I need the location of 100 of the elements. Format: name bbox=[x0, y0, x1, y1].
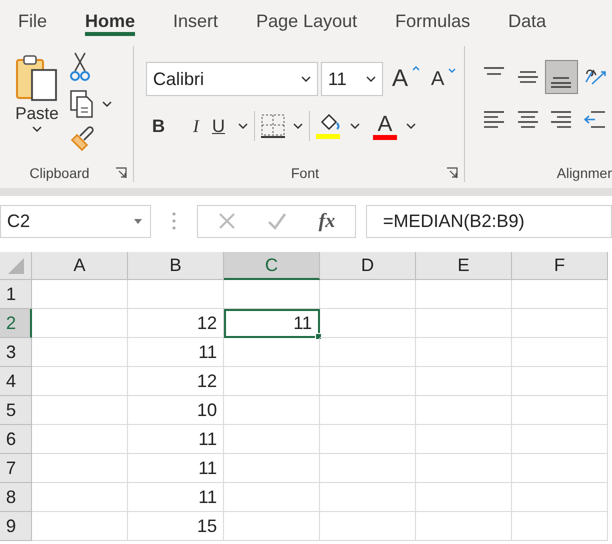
grid-cell[interactable] bbox=[416, 280, 512, 309]
shrink-font-button[interactable]: A bbox=[431, 68, 456, 90]
grid-cell[interactable] bbox=[32, 396, 128, 425]
grid-cell[interactable] bbox=[320, 396, 416, 425]
caret-icon[interactable] bbox=[102, 101, 112, 107]
grid-cell[interactable] bbox=[320, 454, 416, 483]
grid-cell[interactable] bbox=[32, 454, 128, 483]
paste-button[interactable]: Paste bbox=[14, 50, 60, 154]
ribbon-tab[interactable]: Home bbox=[85, 0, 136, 36]
grid-cell[interactable] bbox=[224, 454, 320, 483]
grid-cell[interactable] bbox=[512, 425, 608, 454]
caret-icon[interactable] bbox=[350, 123, 360, 129]
grid-cell[interactable] bbox=[32, 512, 128, 541]
dialog-launcher-icon[interactable] bbox=[115, 167, 127, 179]
grid-cell[interactable] bbox=[320, 512, 416, 541]
grid-cell[interactable] bbox=[32, 280, 128, 309]
caret-icon[interactable] bbox=[238, 123, 248, 129]
row-header[interactable]: 9 bbox=[0, 512, 32, 541]
grid-cell[interactable] bbox=[320, 309, 416, 338]
grid-cell[interactable]: 15 bbox=[128, 512, 224, 541]
caret-icon[interactable] bbox=[406, 123, 416, 129]
column-header[interactable]: F bbox=[512, 252, 608, 280]
grid-cell[interactable] bbox=[320, 338, 416, 367]
grid-cell[interactable] bbox=[416, 512, 512, 541]
grid-cell[interactable] bbox=[416, 338, 512, 367]
font-name-dropdown[interactable]: Calibri bbox=[146, 62, 318, 96]
fill-handle[interactable] bbox=[315, 333, 322, 340]
column-header[interactable]: E bbox=[416, 252, 512, 280]
grid-cell[interactable] bbox=[32, 483, 128, 512]
grid-cell[interactable] bbox=[416, 454, 512, 483]
scissors-icon[interactable] bbox=[70, 52, 90, 82]
select-all-button[interactable] bbox=[0, 252, 32, 280]
grid-cell[interactable] bbox=[224, 483, 320, 512]
italic-button[interactable]: I bbox=[180, 116, 212, 136]
column-header[interactable]: A bbox=[32, 252, 128, 280]
ribbon-tab[interactable]: Formulas bbox=[395, 0, 470, 32]
copy-icon[interactable] bbox=[70, 90, 94, 118]
font-size-dropdown[interactable]: 11 bbox=[321, 62, 383, 96]
grid-cell[interactable] bbox=[32, 309, 128, 338]
caret-icon[interactable] bbox=[293, 123, 303, 129]
grid-cell[interactable] bbox=[320, 483, 416, 512]
row-header[interactable]: 5 bbox=[0, 396, 32, 425]
grid-cell[interactable]: 12 bbox=[128, 309, 224, 338]
grid-cell[interactable] bbox=[224, 512, 320, 541]
column-header[interactable]: B bbox=[128, 252, 224, 280]
insert-function-button[interactable]: fx bbox=[318, 210, 336, 232]
grid-cell[interactable] bbox=[224, 396, 320, 425]
row-header[interactable]: 7 bbox=[0, 454, 32, 483]
grid-cell[interactable] bbox=[512, 454, 608, 483]
format-painter-icon[interactable] bbox=[70, 126, 96, 152]
grid-cell[interactable] bbox=[320, 280, 416, 309]
bold-button[interactable]: B bbox=[152, 116, 180, 136]
ribbon-tab[interactable]: File bbox=[18, 0, 48, 32]
dialog-launcher-icon[interactable] bbox=[446, 167, 458, 179]
grid-cell[interactable] bbox=[512, 396, 608, 425]
ribbon-tab[interactable]: Data bbox=[508, 0, 546, 32]
column-header[interactable]: C bbox=[224, 252, 320, 280]
grid-cell[interactable]: 12 bbox=[128, 367, 224, 396]
caret-icon[interactable] bbox=[301, 76, 311, 82]
grid-cell[interactable]: 10 bbox=[128, 396, 224, 425]
grid-cell[interactable] bbox=[320, 367, 416, 396]
grid-cell[interactable] bbox=[224, 338, 320, 367]
grid-cell[interactable]: 11 bbox=[128, 483, 224, 512]
row-header[interactable]: 2 bbox=[0, 309, 32, 338]
grid-cell[interactable] bbox=[416, 367, 512, 396]
grid-cell[interactable]: 11 bbox=[128, 425, 224, 454]
grid-cell[interactable] bbox=[32, 338, 128, 367]
grid-cell[interactable]: 11 bbox=[128, 454, 224, 483]
ribbon-tab[interactable]: Insert bbox=[173, 0, 218, 32]
underline-button[interactable]: U bbox=[212, 116, 238, 136]
grid-cell[interactable] bbox=[128, 280, 224, 309]
grid-cell[interactable] bbox=[320, 425, 416, 454]
font-color-button[interactable]: A bbox=[372, 112, 398, 140]
caret-icon[interactable] bbox=[366, 76, 376, 82]
row-header[interactable]: 8 bbox=[0, 483, 32, 512]
grid-cell[interactable] bbox=[32, 367, 128, 396]
grid-cell[interactable] bbox=[224, 280, 320, 309]
fill-color-icon[interactable] bbox=[316, 112, 342, 140]
grid-cell[interactable] bbox=[416, 425, 512, 454]
cancel-icon[interactable] bbox=[218, 212, 236, 230]
grid-cell[interactable] bbox=[224, 367, 320, 396]
grid-cell[interactable] bbox=[512, 280, 608, 309]
name-box[interactable]: C2 bbox=[0, 204, 151, 238]
row-header[interactable]: 4 bbox=[0, 367, 32, 396]
borders-icon[interactable] bbox=[261, 114, 285, 138]
grid-cell[interactable] bbox=[512, 483, 608, 512]
column-header[interactable]: D bbox=[320, 252, 416, 280]
row-header[interactable]: 3 bbox=[0, 338, 32, 367]
row-header[interactable]: 6 bbox=[0, 425, 32, 454]
align-bottom-button[interactable] bbox=[544, 60, 578, 94]
grow-font-button[interactable]: A bbox=[392, 65, 420, 93]
grid-cell[interactable] bbox=[416, 309, 512, 338]
grid-cell[interactable] bbox=[512, 338, 608, 367]
grid-cell[interactable] bbox=[32, 425, 128, 454]
grid-cell[interactable]: 11 bbox=[128, 338, 224, 367]
grid-cell[interactable] bbox=[512, 367, 608, 396]
ribbon-tab[interactable]: Page Layout bbox=[256, 0, 358, 32]
grid-cell[interactable] bbox=[512, 309, 608, 338]
grid-cell[interactable] bbox=[416, 483, 512, 512]
check-icon[interactable] bbox=[267, 212, 288, 230]
